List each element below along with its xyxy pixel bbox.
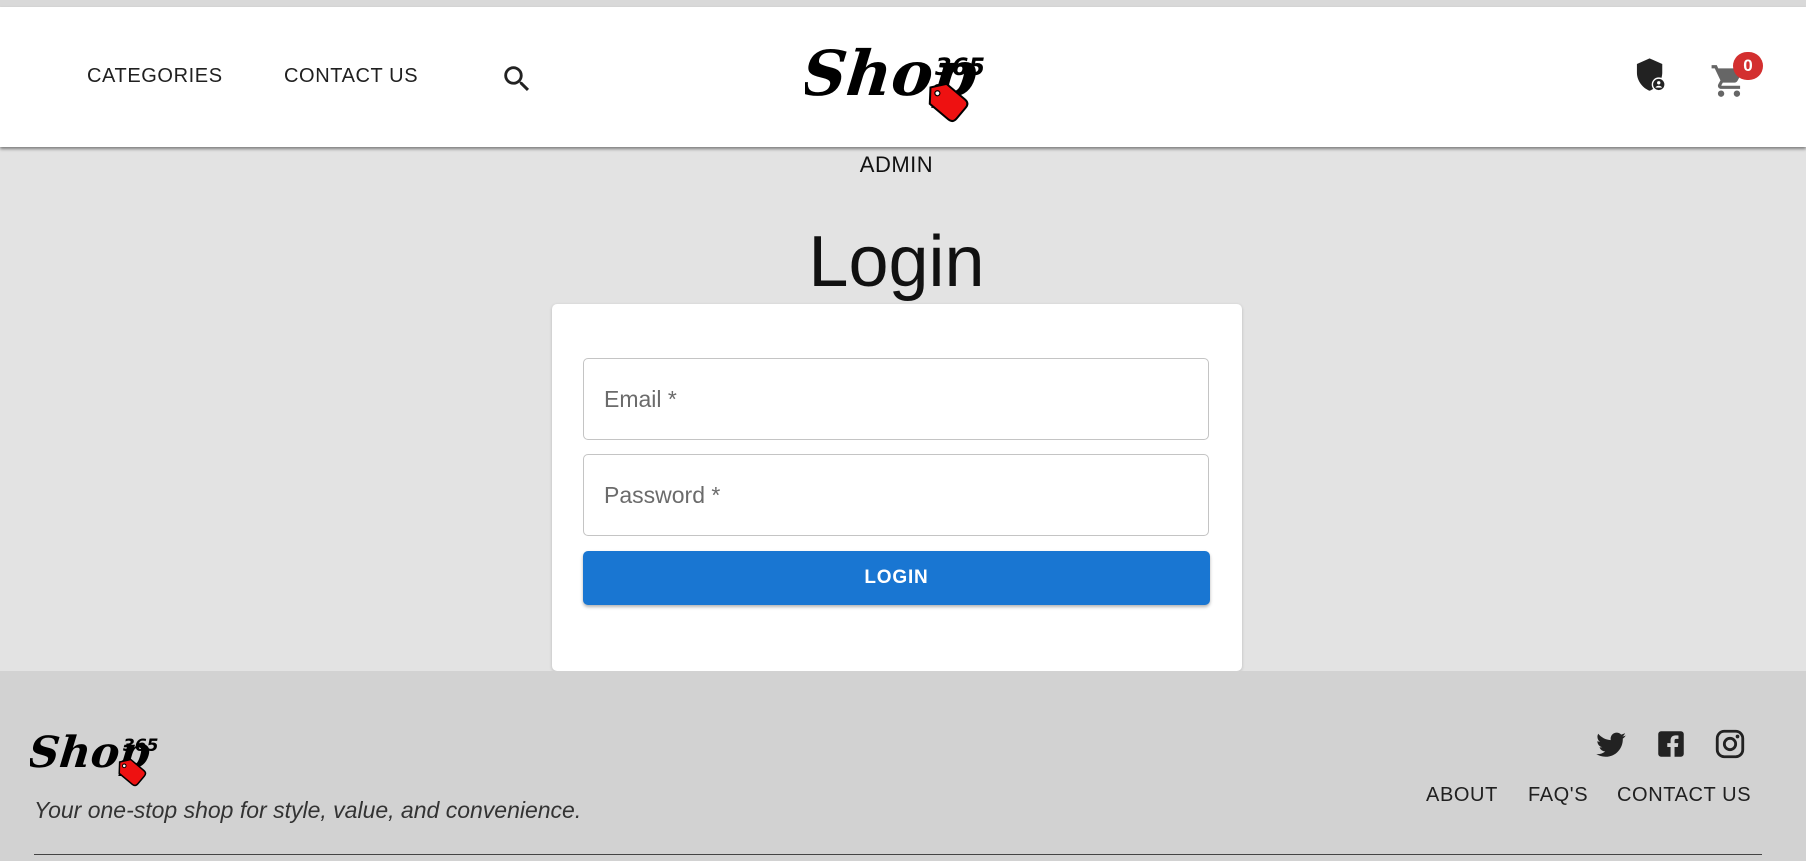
email-input[interactable] [584, 359, 1208, 439]
svg-text:365: 365 [935, 53, 985, 81]
svg-text:365: 365 [123, 736, 159, 756]
section-label: ADMIN [859, 152, 934, 177]
site-footer: Shop 365 Your one-stop shop for style, v… [0, 671, 1806, 861]
login-button[interactable]: LOGIN [583, 551, 1210, 605]
login-form-card: LOGIN [552, 304, 1242, 671]
footer-divider [34, 854, 1762, 855]
twitter-icon[interactable] [1594, 727, 1628, 761]
admin-shield-icon[interactable] [1634, 57, 1668, 95]
password-field[interactable] [583, 454, 1209, 536]
footer-link-about[interactable]: ABOUT [1426, 784, 1498, 807]
footer-tagline: Your one-stop shop for style, value, and… [34, 797, 582, 823]
password-input[interactable] [584, 455, 1208, 535]
shop365-footer-logo[interactable]: Shop 365 [26, 721, 170, 791]
app-header: CATEGORIES CONTACT US Shop 365 0 [0, 7, 1806, 147]
footer-link-faqs[interactable]: FAQ'S [1528, 784, 1588, 807]
facebook-icon[interactable] [1654, 727, 1688, 761]
footer-link-contact-us[interactable]: CONTACT US [1617, 784, 1751, 807]
email-field[interactable] [583, 358, 1209, 440]
shop365-logo[interactable]: Shop 365 [798, 27, 1005, 127]
search-icon[interactable] [500, 62, 534, 96]
cart-count-badge: 0 [1733, 52, 1763, 80]
page-title: Login [808, 222, 985, 302]
instagram-icon[interactable] [1713, 727, 1747, 761]
nav-contact-us[interactable]: CONTACT US [284, 65, 418, 88]
nav-categories[interactable]: CATEGORIES [87, 65, 223, 88]
